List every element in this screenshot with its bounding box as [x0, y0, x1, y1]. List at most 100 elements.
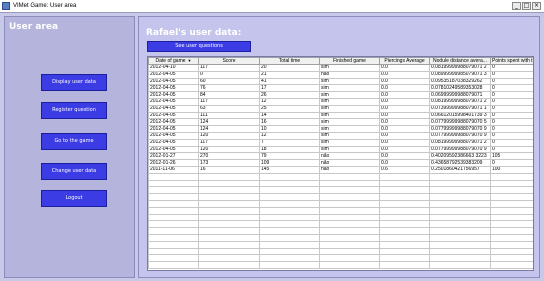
table-cell: 0: [490, 70, 533, 79]
table-row[interactable]: 2012-04-05 60 41 sim 0.0 0.09535187038329262 0: [148, 77, 533, 86]
table-cell: [148, 186, 199, 195]
table-cell: [319, 213, 380, 222]
column-header[interactable]: Score: [198, 57, 260, 65]
page-title: Rafael's user data:: [146, 28, 242, 38]
table-cell: [490, 220, 533, 229]
table-cell: 117: [198, 138, 260, 147]
table-cell: 16: [198, 165, 260, 174]
register-question-button[interactable]: Register question: [41, 102, 107, 119]
table-cell: sim: [319, 77, 380, 86]
table-row[interactable]: 2012-04-05 84 26 sim 0.0 0.06999999988079071 0: [148, 91, 533, 99]
table-cell: [429, 227, 491, 235]
table-cell: 0.07799999988079070 9: [429, 131, 491, 140]
table-cell: 17: [259, 84, 320, 93]
table-cell: [379, 261, 430, 269]
table-cell: sim: [319, 91, 380, 99]
table-cell: [379, 199, 430, 208]
column-header-label: Nodule distance avera...: [433, 57, 487, 64]
table-cell: 2012-01-26: [148, 159, 199, 167]
table-cell: 0.07799999988079070 9: [429, 125, 491, 133]
table-cell: 26: [259, 91, 320, 99]
table-cell: [198, 172, 260, 181]
empty-table-row: [148, 227, 533, 235]
table-cell: [198, 179, 260, 188]
column-header[interactable]: Total time: [259, 57, 320, 65]
table-row[interactable]: 2011-11-06 16 145 não 0.6 0.2501860421756957 1…: [148, 165, 533, 174]
window-controls: _ □ ×: [512, 2, 541, 10]
table-cell: 0.08199999988079071 2: [429, 97, 491, 106]
table-cell: 63: [198, 104, 260, 113]
table-cell: [319, 233, 380, 242]
table-cell: 2012-04-10: [148, 64, 199, 72]
table-row[interactable]: 2012-04-05 117 7 sim 0.0 0.08199999988079071 …: [148, 138, 533, 147]
change-user-data-button[interactable]: Change user data: [41, 163, 107, 180]
table-cell: [259, 261, 320, 269]
table-cell: 18: [259, 145, 320, 154]
table-cell: [490, 240, 533, 249]
maximize-icon[interactable]: □: [522, 2, 531, 10]
table-cell: não: [319, 152, 380, 161]
table-cell: [148, 233, 199, 242]
table-cell: 2012-04-05: [148, 138, 199, 147]
display-user-data-button[interactable]: Display user data: [41, 74, 107, 91]
table-row[interactable]: 2012-04-05 63 25 sim 0.0 0.07399999988079071 …: [148, 104, 533, 113]
table-row[interactable]: 2012-04-05 76 17 sim 0.0 0.07810249589353028 0: [148, 84, 533, 93]
table-cell: 120: [198, 131, 260, 140]
minimize-icon[interactable]: _: [512, 2, 521, 10]
table-row[interactable]: 2012-04-05 120 18 sim 0.0 0.07799999988079070…: [148, 145, 533, 154]
table-cell: [490, 193, 533, 201]
table-cell: 0: [490, 77, 533, 86]
sort-desc-icon: ▼: [187, 58, 192, 64]
table-cell: 0.0: [379, 125, 430, 133]
column-header[interactable]: Date of game ▼: [148, 57, 199, 65]
table-cell: [319, 179, 380, 188]
table-cell: [379, 193, 430, 201]
table-cell: 12: [259, 131, 320, 140]
close-icon[interactable]: ×: [532, 2, 541, 10]
table-row[interactable]: 2012-04-05 111 14 sim 0.0 0.06612015998401739…: [148, 111, 533, 120]
table-cell: [259, 172, 320, 181]
table-cell: 12: [259, 97, 320, 106]
table-cell: 2012-04-05: [148, 111, 199, 120]
table-cell: 2012-01-27: [148, 152, 199, 161]
table-cell: 10: [259, 125, 320, 133]
table-cell: 0.0: [379, 118, 430, 127]
column-header[interactable]: Points spent with tips: [490, 57, 533, 65]
table-cell: [490, 199, 533, 208]
table-cell: 0.07810249589353028: [429, 84, 491, 93]
table-cell: [259, 220, 320, 229]
column-header[interactable]: Finished game: [319, 57, 380, 65]
column-header[interactable]: Piercings Average: [379, 57, 430, 65]
table-cell: [379, 254, 430, 263]
table-cell: 2012-04-05: [148, 84, 199, 93]
table-cell: 25: [259, 104, 320, 113]
table-row[interactable]: 2012-04-05 117 12 sim 0.0 0.08199999988079071…: [148, 97, 533, 106]
table-cell: 0.08199999988079071 2: [429, 64, 491, 72]
table-cell: [148, 193, 199, 201]
table-cell: [429, 233, 491, 242]
table-cell: 0.08999999985079071 3: [429, 70, 491, 79]
go-to-game-button[interactable]: Go to the game: [41, 133, 107, 150]
table-cell: 0: [490, 64, 533, 72]
table-cell: 0.0: [379, 111, 430, 120]
table-row[interactable]: 2012-04-05 120 12 sim 0.0 0.07799999988079070…: [148, 131, 533, 140]
table-cell: [490, 233, 533, 242]
logout-button[interactable]: Logout: [41, 190, 107, 207]
table-row[interactable]: 2012-01-27 270 79 não 0.0 0.40209592386663 32…: [148, 152, 533, 161]
table-cell: 0.0: [379, 77, 430, 86]
table-cell: [429, 172, 491, 181]
table-row[interactable]: 2012-04-05 124 10 sim 0.0 0.07799999988079070…: [148, 125, 533, 133]
column-header[interactable]: Nodule distance avera...: [429, 57, 491, 65]
table-row[interactable]: 2012-01-26 173 109 não 0.0 0.4365879253938320…: [148, 159, 533, 167]
table-cell: [259, 186, 320, 195]
table-cell: [379, 213, 430, 222]
table-row[interactable]: 2012-04-05 124 16 sim 0.0 0.07799999988079070…: [148, 118, 533, 127]
table-row[interactable]: 2012-04-10 117 20 sim 0.0 0.08199999988079071…: [148, 64, 533, 72]
see-user-questions-button[interactable]: See user questions: [147, 41, 251, 52]
game-data-table[interactable]: Date of game ▼ Score Total time Finished gam…: [147, 56, 534, 271]
table-cell: 84: [198, 91, 260, 99]
table-row[interactable]: 2012-04-05 0 21 não 0.0 0.08999999985079071 3…: [148, 70, 533, 79]
table-cell: 0: [198, 70, 260, 79]
table-cell: 2011-11-06: [148, 165, 199, 174]
table-cell: [429, 206, 491, 215]
